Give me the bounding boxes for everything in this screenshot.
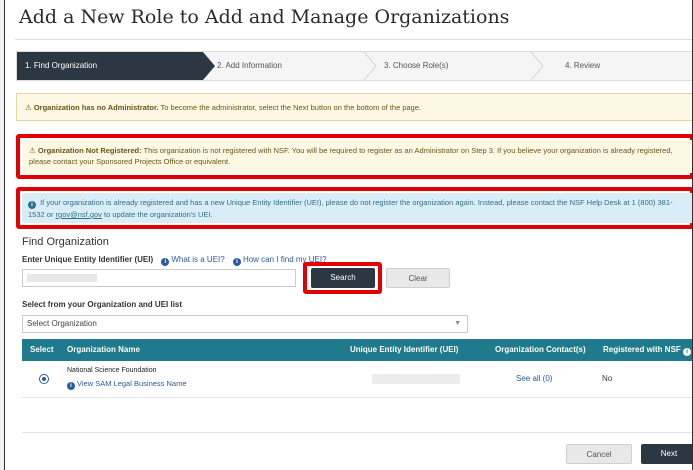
what-is-uei-link[interactable]: i What is a UEI? bbox=[161, 255, 225, 266]
info-icon: i bbox=[232, 258, 241, 266]
chevron-right-icon bbox=[363, 52, 377, 80]
next-button[interactable]: Next bbox=[641, 444, 692, 464]
step-label: 2. Add Information bbox=[217, 61, 282, 70]
select-value: Select Organization bbox=[27, 319, 97, 328]
table-header: Select Organization Name Unique Entity I… bbox=[22, 339, 692, 361]
page-frame: Add a New Role to Add and Manage Organiz… bbox=[4, 0, 693, 470]
help-desk-email-link[interactable]: rgov@nsf.gov bbox=[56, 210, 102, 219]
link-text: View SAM Legal Business Name bbox=[77, 379, 187, 388]
table-row: National Science Foundation i View SAM Le… bbox=[22, 361, 692, 398]
clear-button[interactable]: Clear bbox=[386, 268, 450, 288]
no-administrator-alert: ⚠ Organization has no Administrator. To … bbox=[16, 93, 692, 121]
alert-text: to update the organization's UEI. bbox=[101, 210, 213, 219]
info-icon: i bbox=[67, 382, 75, 390]
info-icon: i bbox=[28, 201, 36, 209]
step-review[interactable]: 4. Review bbox=[565, 52, 665, 80]
warning-icon: ⚠ bbox=[25, 103, 32, 112]
uei-label: Enter Unique Entity Identifier (UEI) bbox=[22, 255, 154, 264]
redacted-value bbox=[27, 274, 97, 282]
redacted-uei bbox=[372, 374, 460, 384]
chevron-down-icon: ▼ bbox=[454, 320, 461, 327]
select-radio[interactable] bbox=[39, 374, 49, 384]
alert-strong: Organization has no Administrator. bbox=[33, 103, 159, 112]
info-icon: i bbox=[161, 258, 170, 266]
step-label: 4. Review bbox=[565, 61, 601, 70]
column-header-label: Registered with NSF bbox=[603, 345, 681, 354]
see-all-contacts-link[interactable]: See all (0) bbox=[516, 374, 552, 383]
column-header: Registered with NSF i bbox=[603, 339, 692, 361]
column-header: Select bbox=[30, 345, 54, 354]
organization-name: National Science Foundation bbox=[67, 367, 157, 374]
step-choose-roles[interactable]: 3. Choose Role(s) bbox=[384, 52, 524, 80]
step-add-information[interactable]: 2. Add Information bbox=[217, 52, 357, 80]
not-registered-alert: ⚠ Organization Not Registered: This orga… bbox=[22, 140, 692, 173]
footer-divider bbox=[22, 432, 692, 433]
column-header: Organization Name bbox=[67, 345, 140, 354]
find-organization-heading: Find Organization bbox=[22, 236, 109, 248]
registered-value: No bbox=[602, 374, 613, 383]
link-text: What is a UEI? bbox=[171, 255, 225, 264]
step-label: 1. Find Organization bbox=[25, 61, 98, 70]
organization-select[interactable]: Select Organization ▼ bbox=[22, 315, 468, 333]
title-divider bbox=[15, 39, 692, 40]
view-sam-name-link[interactable]: i View SAM Legal Business Name bbox=[67, 379, 187, 390]
column-header: Unique Entity Identifier (UEI) bbox=[350, 345, 459, 354]
alert-text: To become the administrator, select the … bbox=[158, 103, 422, 112]
progress-stepper: 1. Find Organization 2. Add Information … bbox=[16, 51, 692, 81]
alert-strong: Organization Not Registered: bbox=[37, 146, 142, 155]
column-header: Organization Contact(s) bbox=[495, 345, 586, 354]
search-button[interactable]: Search bbox=[311, 268, 375, 288]
info-icon[interactable]: i bbox=[683, 348, 692, 356]
page-title: Add a New Role to Add and Manage Organiz… bbox=[19, 6, 510, 28]
uei-label-row: Enter Unique Entity Identifier (UEI) i Wh… bbox=[22, 255, 327, 266]
warning-icon: ⚠ bbox=[29, 146, 36, 155]
chevron-right-icon bbox=[530, 52, 544, 80]
uei-input[interactable] bbox=[22, 269, 296, 287]
org-select-label: Select from your Organization and UEI li… bbox=[22, 300, 183, 309]
uei-info-alert: i If your organization is already regist… bbox=[22, 193, 692, 223]
cancel-button[interactable]: Cancel bbox=[566, 444, 632, 464]
step-label: 3. Choose Role(s) bbox=[384, 61, 449, 70]
step-find-organization[interactable]: 1. Find Organization bbox=[17, 52, 215, 80]
